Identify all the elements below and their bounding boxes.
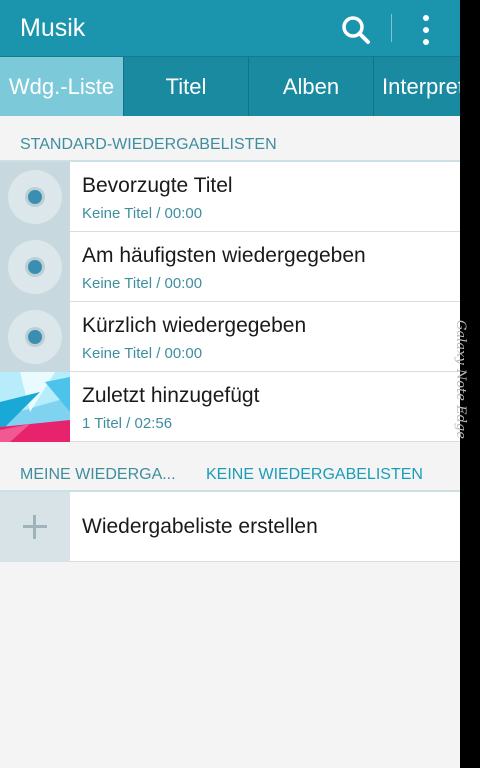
playlist-info: Keine Titel / 00:00 (82, 275, 203, 292)
no-playlists-status: KEINE WIEDERGABELISTEN (206, 466, 423, 483)
my-playlists-header: MEINE WIEDERGA... (20, 466, 176, 483)
tab-bar: Wdg.-Liste Titel Alben Interpreten (0, 56, 460, 116)
disc-icon (0, 302, 70, 372)
more-vert-icon (423, 15, 429, 45)
playlist-row-most-played[interactable]: Am häufigsten wiedergegeben Keine Titel … (0, 232, 460, 302)
tab-label: Titel (165, 74, 207, 99)
disc-icon (0, 232, 70, 302)
search-icon (342, 16, 370, 44)
playlist-title: Zuletzt hinzugefügt (82, 384, 260, 407)
playlist-title: Kürzlich wiedergegeben (82, 314, 307, 337)
tab-tracks[interactable]: Titel (124, 57, 249, 116)
tab-label: Interpreten (382, 74, 460, 99)
playlist-row-recently-added[interactable]: Zuletzt hinzugefügt 1 Titel / 02:56 (0, 372, 460, 442)
search-button[interactable] (338, 12, 374, 48)
playlist-title: Bevorzugte Titel (82, 174, 233, 197)
playlist-info: Keine Titel / 00:00 (82, 205, 203, 222)
tab-label: Wdg.-Liste (8, 74, 115, 99)
app-bar: Musik (0, 0, 460, 56)
tab-playlists[interactable]: Wdg.-Liste (0, 57, 124, 116)
tab-label: Alben (282, 74, 340, 99)
more-options-button[interactable] (410, 12, 442, 48)
toolbar-divider (391, 14, 392, 42)
tab-albums[interactable]: Alben (249, 57, 374, 116)
playlist-row-recently-played[interactable]: Kürzlich wiedergegeben Keine Titel / 00:… (0, 302, 460, 372)
app-title: Musik (20, 14, 86, 42)
playlist-title: Am häufigsten wiedergegeben (82, 244, 366, 267)
playlist-info: Keine Titel / 00:00 (82, 345, 203, 362)
album-art (0, 372, 70, 442)
playlist-row-favorites[interactable]: Bevorzugte Titel Keine Titel / 00:00 (0, 162, 460, 232)
disc-icon (0, 162, 70, 232)
playlist-info: 1 Titel / 02:56 (82, 415, 173, 432)
create-playlist-label: Wiedergabeliste erstellen (82, 515, 318, 538)
add-icon (0, 492, 70, 562)
tab-artists[interactable]: Interpreten (374, 57, 460, 116)
device-edge-label: Galaxy Note Edge (453, 320, 468, 439)
screen: Musik Wdg.-Liste Titel Alben Interpre ST… (0, 0, 460, 768)
standard-playlists-header: STANDARD-WIEDERGABELISTEN (20, 136, 277, 153)
create-playlist-row[interactable]: Wiedergabeliste erstellen (0, 492, 460, 562)
